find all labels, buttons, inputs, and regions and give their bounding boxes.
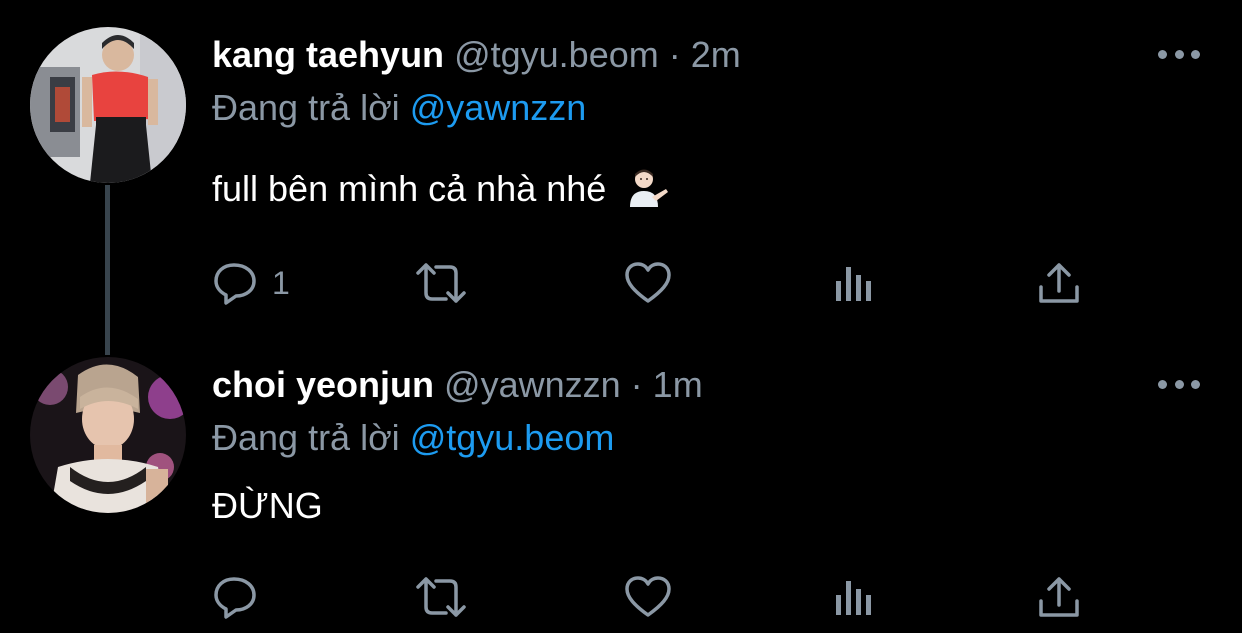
action-bar: 1 — [212, 258, 1092, 308]
display-name[interactable]: kang taehyun — [212, 34, 444, 75]
like-icon — [624, 261, 672, 305]
avatar[interactable] — [30, 357, 186, 513]
share-button[interactable] — [1037, 572, 1081, 622]
tweet-text-content: ĐỪNG — [212, 485, 323, 526]
timestamp[interactable]: 1m — [653, 364, 703, 405]
views-icon — [832, 261, 876, 305]
retweet-icon — [412, 261, 470, 305]
tweet-header: kang taehyun @tgyu.beom · 2m — [212, 33, 741, 77]
tweet-text-content: full bên mình cả nhà nhé — [212, 168, 607, 209]
retweet-icon — [412, 575, 470, 619]
tweet-text: ĐỪNG — [212, 484, 323, 528]
reply-icon — [212, 575, 258, 619]
user-handle[interactable]: @yawnzzn — [444, 364, 621, 405]
replying-to: Đang trả lời @tgyu.beom — [212, 416, 614, 460]
views-button[interactable] — [832, 572, 876, 622]
replying-prefix: Đang trả lời — [212, 417, 400, 458]
person-tipping-hand-emoji — [626, 167, 670, 217]
replying-prefix: Đang trả lời — [212, 87, 400, 128]
mention-link[interactable]: @tgyu.beom — [410, 417, 615, 458]
more-icon[interactable] — [1158, 44, 1200, 64]
tweet[interactable]: choi yeonjun @yawnzzn · 1m Đang trả lời … — [0, 330, 1242, 633]
action-bar — [212, 572, 1092, 622]
timestamp[interactable]: 2m — [691, 34, 741, 75]
share-button[interactable] — [1037, 258, 1081, 308]
separator-dot: · — [668, 34, 681, 75]
retweet-button[interactable] — [412, 572, 470, 622]
replying-to: Đang trả lời @yawnzzn — [212, 86, 586, 130]
mention-link[interactable]: @yawnzzn — [410, 87, 587, 128]
avatar[interactable] — [30, 27, 186, 183]
share-icon — [1037, 261, 1081, 305]
reply-button[interactable]: 1 — [212, 258, 290, 308]
more-icon[interactable] — [1158, 374, 1200, 394]
tweet[interactable]: kang taehyun @tgyu.beom · 2m Đang trả lờ… — [0, 0, 1242, 355]
like-icon — [624, 575, 672, 619]
share-icon — [1037, 575, 1081, 619]
like-button[interactable] — [624, 258, 672, 308]
reply-button[interactable] — [212, 572, 272, 622]
user-handle[interactable]: @tgyu.beom — [454, 34, 659, 75]
views-icon — [832, 575, 876, 619]
reply-icon — [212, 261, 258, 305]
separator-dot: · — [630, 364, 643, 405]
like-button[interactable] — [624, 572, 672, 622]
tweet-text: full bên mình cả nhà nhé — [212, 167, 670, 217]
retweet-button[interactable] — [412, 258, 470, 308]
views-button[interactable] — [832, 258, 876, 308]
display-name[interactable]: choi yeonjun — [212, 364, 434, 405]
tweet-header: choi yeonjun @yawnzzn · 1m — [212, 363, 703, 407]
reply-count: 1 — [272, 264, 290, 301]
